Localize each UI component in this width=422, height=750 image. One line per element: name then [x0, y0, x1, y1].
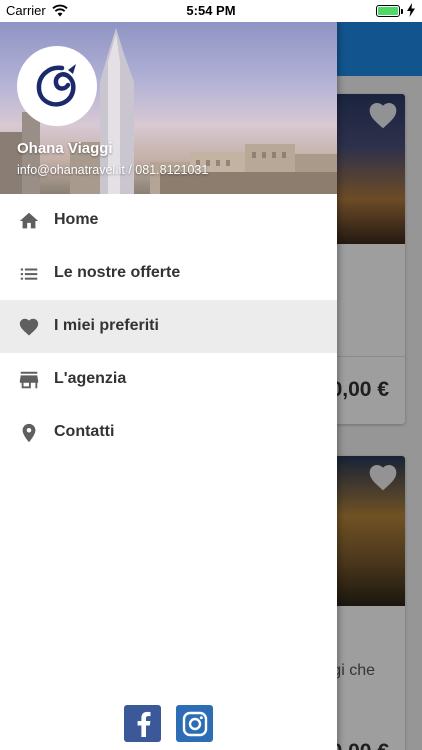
menu-item-label: Home	[54, 211, 99, 228]
facebook-button[interactable]	[124, 705, 161, 742]
home-icon	[19, 212, 39, 229]
brand-contact: info@ohanatravel.it / 081.8121031	[17, 163, 209, 177]
instagram-button[interactable]	[176, 705, 213, 742]
drawer-menu: Home Le nostre offerte I miei preferiti …	[0, 194, 337, 459]
store-icon	[19, 371, 39, 389]
menu-item-offers[interactable]: Le nostre offerte	[0, 247, 337, 300]
facebook-icon	[137, 711, 150, 737]
menu-item-label: Le nostre offerte	[54, 264, 181, 281]
navigation-drawer: Ohana Viaggi info@ohanatravel.it / 081.8…	[0, 22, 337, 750]
drawer-header: Ohana Viaggi info@ohanatravel.it / 081.8…	[0, 22, 337, 194]
charging-bolt-icon	[407, 3, 415, 17]
clock: 5:54 PM	[186, 3, 236, 18]
list-icon	[20, 268, 38, 280]
status-bar: Carrier 5:54 PM	[0, 0, 422, 22]
menu-item-contacts[interactable]: Contatti	[0, 406, 337, 459]
battery-tip	[401, 9, 403, 14]
menu-item-agency[interactable]: L'agenzia	[0, 353, 337, 406]
heart-icon	[19, 318, 39, 336]
location-pin-icon	[22, 423, 36, 443]
menu-item-label: I miei preferiti	[54, 317, 159, 334]
agency-logo	[17, 46, 97, 126]
instagram-icon	[182, 711, 207, 736]
menu-item-label: L'agenzia	[54, 370, 127, 387]
menu-item-label: Contatti	[54, 423, 115, 440]
battery-icon	[376, 5, 400, 17]
menu-item-home[interactable]: Home	[0, 194, 337, 247]
brand-name: Ohana Viaggi	[17, 140, 113, 157]
menu-item-favorites[interactable]: I miei preferiti	[0, 300, 337, 353]
logo-swirl-icon	[36, 64, 76, 107]
